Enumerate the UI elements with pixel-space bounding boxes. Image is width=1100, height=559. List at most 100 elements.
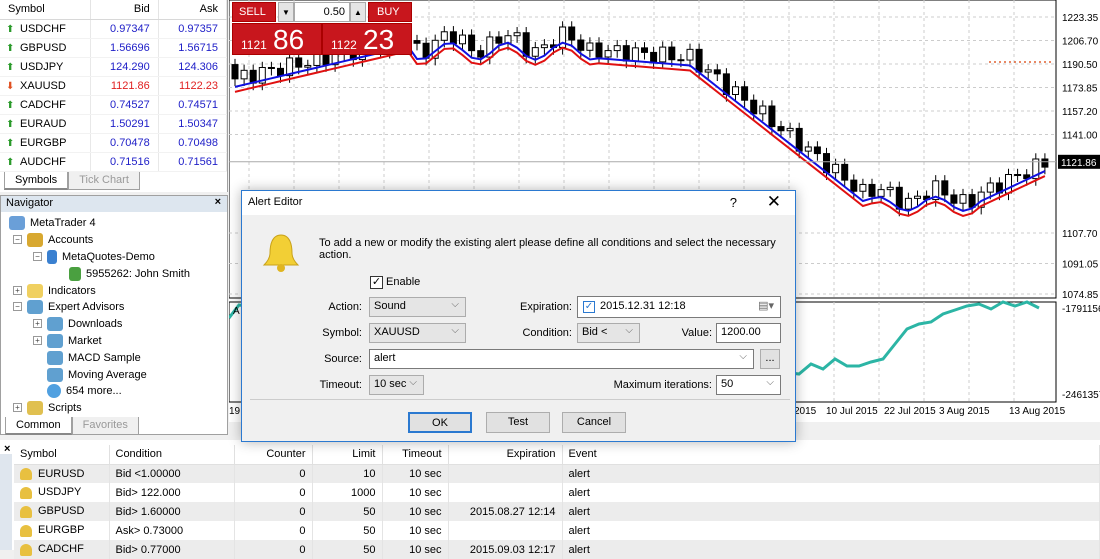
volume-down-button[interactable]: ▼ <box>278 2 294 22</box>
candle-body <box>304 64 312 68</box>
collapse-icon[interactable]: − <box>33 252 42 261</box>
alert-row[interactable]: GBPUSD Bid> 1.60000 0 50 10 sec 2015.08.… <box>14 502 1100 521</box>
max-iterations-combobox[interactable]: 50 ⌵ <box>716 375 781 395</box>
candle-body <box>631 47 639 62</box>
buy-button[interactable]: BUY <box>368 2 412 22</box>
candle-body <box>413 40 421 44</box>
tree-item-macd-sample[interactable]: MACD Sample <box>47 349 141 366</box>
col-ask[interactable]: Ask <box>158 0 228 20</box>
test-button[interactable]: Test <box>486 412 550 433</box>
market-watch-row[interactable]: ⬆ USDCHF 0.97347 0.97357 <box>0 19 228 39</box>
tree-item-account[interactable]: 5955262: John Smith <box>69 265 190 282</box>
help-icon[interactable]: ? <box>730 195 737 210</box>
accounts-icon <box>27 232 43 247</box>
action-label: Action: <box>328 301 362 313</box>
market-watch-row[interactable]: ⬆ CADCHF 0.74527 0.74571 <box>0 95 228 115</box>
indicator-icon <box>27 283 43 298</box>
candle-body <box>704 69 712 73</box>
alert-row[interactable]: USDJPY Bid> 122.000 0 1000 10 sec alert <box>14 483 1100 502</box>
tree-item-more[interactable]: 654 more... <box>47 382 122 399</box>
ok-button[interactable]: OK <box>408 412 472 433</box>
close-icon[interactable]: × <box>215 196 221 208</box>
candle-body <box>914 195 921 199</box>
expiration-picker[interactable]: ✓ 2015.12.31 12:18 ▤▾ <box>577 296 781 318</box>
tree-item-moving-average[interactable]: Moving Average <box>47 366 147 383</box>
expiration-cell <box>448 464 563 483</box>
col-counter[interactable]: Counter <box>234 445 313 465</box>
col-condition[interactable]: Condition <box>109 445 235 465</box>
counter-cell: 0 <box>234 502 313 521</box>
tab-symbols[interactable]: Symbols <box>4 172 69 190</box>
tree-item-server[interactable]: − MetaQuotes-Demo <box>33 248 155 265</box>
col-limit[interactable]: Limit <box>312 445 383 465</box>
tree-item-scripts[interactable]: + Scripts <box>13 399 82 416</box>
market-watch-row[interactable]: ⬆ EURGBP 0.70478 0.70498 <box>0 133 228 153</box>
market-watch-row[interactable]: ⬇ XAUUSD 1121.86 1122.23 <box>0 76 228 96</box>
tab-favorites[interactable]: Favorites <box>71 417 139 435</box>
tree-item-downloads[interactable]: + Downloads <box>33 315 122 332</box>
symbol-cell: ⬇ XAUUSD <box>0 76 91 96</box>
value-input[interactable]: 1200.00 <box>716 323 781 343</box>
market-watch-row[interactable]: ⬆ GBPUSD 1.56696 1.56715 <box>0 38 228 58</box>
timeout-select[interactable]: 10 sec ⌵ <box>369 375 424 395</box>
arrow-up-icon: ⬆ <box>6 42 15 54</box>
action-select[interactable]: Sound ⌵ <box>369 297 466 317</box>
sell-price[interactable]: 1121 86 <box>232 23 322 55</box>
candle-body <box>768 105 776 128</box>
col-symbol[interactable]: Symbol <box>14 445 110 465</box>
col-symbol[interactable]: Symbol <box>0 0 91 20</box>
symbol-select[interactable]: XAUUSD ⌵ <box>369 323 466 343</box>
market-watch-row[interactable]: ⬆ EURAUD 1.50291 1.50347 <box>0 114 228 134</box>
symbol-label: Symbol: <box>322 327 362 339</box>
max-iterations-label: Maximum iterations: <box>613 379 712 391</box>
volume-up-button[interactable]: ▲ <box>350 2 366 22</box>
enable-checkbox[interactable]: ✓ <box>370 276 383 289</box>
timeout-cell: 10 sec <box>382 483 449 502</box>
expand-icon[interactable]: + <box>13 286 22 295</box>
ask-cell: 0.70498 <box>158 133 228 153</box>
candle-body <box>513 32 521 37</box>
tab-tick-chart[interactable]: Tick Chart <box>68 172 140 190</box>
candle-body <box>750 99 758 115</box>
col-timeout[interactable]: Timeout <box>382 445 449 465</box>
alert-editor-dialog: Alert Editor ? ✕ To add a new or modify … <box>241 190 796 442</box>
alerts-table: Symbol Condition Counter Limit Timeout E… <box>14 445 1100 559</box>
condition-label: Condition: <box>522 327 572 339</box>
divider <box>250 399 790 400</box>
expiration-checkbox[interactable]: ✓ <box>583 301 595 313</box>
tab-common[interactable]: Common <box>5 417 72 435</box>
calendar-icon[interactable]: ▤▾ <box>758 299 774 312</box>
indicator-name-label: A <box>233 306 240 317</box>
alert-row[interactable]: EURGBP Ask> 0.73000 0 50 10 sec alert <box>14 521 1100 540</box>
col-bid[interactable]: Bid <box>90 0 159 20</box>
browse-button[interactable]: ... <box>760 349 780 369</box>
cancel-button[interactable]: Cancel <box>562 412 626 433</box>
market-watch-row[interactable]: ⬆ USDJPY 124.290 124.306 <box>0 57 228 77</box>
symbol-cell: ⬆ EURAUD <box>0 114 91 134</box>
market-watch-row[interactable]: ⬆ AUDCHF 0.71516 0.71561 <box>0 152 228 172</box>
col-expiration[interactable]: Expiration <box>448 445 563 465</box>
alert-row[interactable]: EURUSD Bid <1.00000 0 10 10 sec alert <box>14 464 1100 483</box>
col-event[interactable]: Event <box>562 445 1100 465</box>
candle-body <box>604 50 612 58</box>
volume-input[interactable]: 0.50 <box>294 2 350 22</box>
tree-item-metatrader[interactable]: MetaTrader 4 <box>9 214 96 231</box>
collapse-icon[interactable]: − <box>13 235 22 244</box>
condition-select[interactable]: Bid < ⌵ <box>577 323 640 343</box>
buy-price[interactable]: 1122 23 <box>322 23 412 55</box>
source-combobox[interactable]: alert ⌵ <box>369 349 754 369</box>
tree-item-indicators[interactable]: + Indicators <box>13 282 96 299</box>
collapse-icon[interactable]: − <box>13 302 22 311</box>
expand-icon[interactable]: + <box>33 336 42 345</box>
candle-body <box>622 45 630 62</box>
tree-item-accounts[interactable]: − Accounts <box>13 231 93 248</box>
bid-cell: 1121.86 <box>90 76 159 96</box>
expand-icon[interactable]: + <box>13 403 22 412</box>
chevron-down-icon: ⌵ <box>739 351 747 362</box>
expand-icon[interactable]: + <box>33 319 42 328</box>
tree-item-expert-advisors[interactable]: − Expert Advisors <box>13 298 124 315</box>
tree-item-market[interactable]: + Market <box>33 332 102 349</box>
sell-button[interactable]: SELL <box>232 2 276 22</box>
close-icon[interactable]: ✕ <box>767 192 781 212</box>
counter-cell: 0 <box>234 464 313 483</box>
